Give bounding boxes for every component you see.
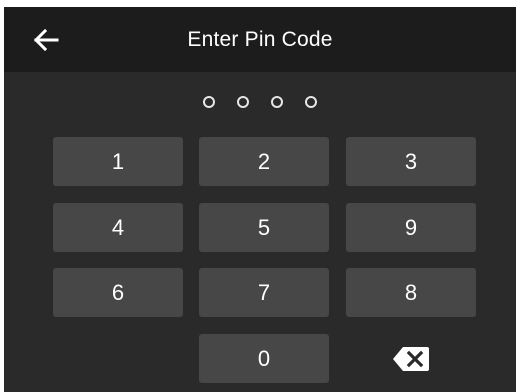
- key-2[interactable]: 2: [199, 137, 329, 186]
- key-8[interactable]: 8: [346, 268, 476, 317]
- backspace-button[interactable]: [346, 334, 476, 383]
- header-bar: Enter Pin Code: [4, 7, 516, 72]
- key-5[interactable]: 5: [199, 203, 329, 252]
- pin-dot: [237, 96, 249, 108]
- pin-dot: [305, 96, 317, 108]
- pin-dot: [203, 96, 215, 108]
- key-9[interactable]: 9: [346, 203, 476, 252]
- key-7[interactable]: 7: [199, 268, 329, 317]
- pin-dot: [271, 96, 283, 108]
- backspace-icon: [393, 346, 429, 371]
- pin-indicator: [4, 96, 516, 108]
- key-0[interactable]: 0: [199, 334, 329, 383]
- key-1[interactable]: 1: [53, 137, 183, 186]
- key-3[interactable]: 3: [346, 137, 476, 186]
- key-6[interactable]: 6: [53, 268, 183, 317]
- pin-entry-screen: Enter Pin Code 1 2 3 4 5 9 6 7 8 0: [4, 7, 516, 392]
- page-title: Enter Pin Code: [187, 28, 333, 51]
- key-4[interactable]: 4: [53, 203, 183, 252]
